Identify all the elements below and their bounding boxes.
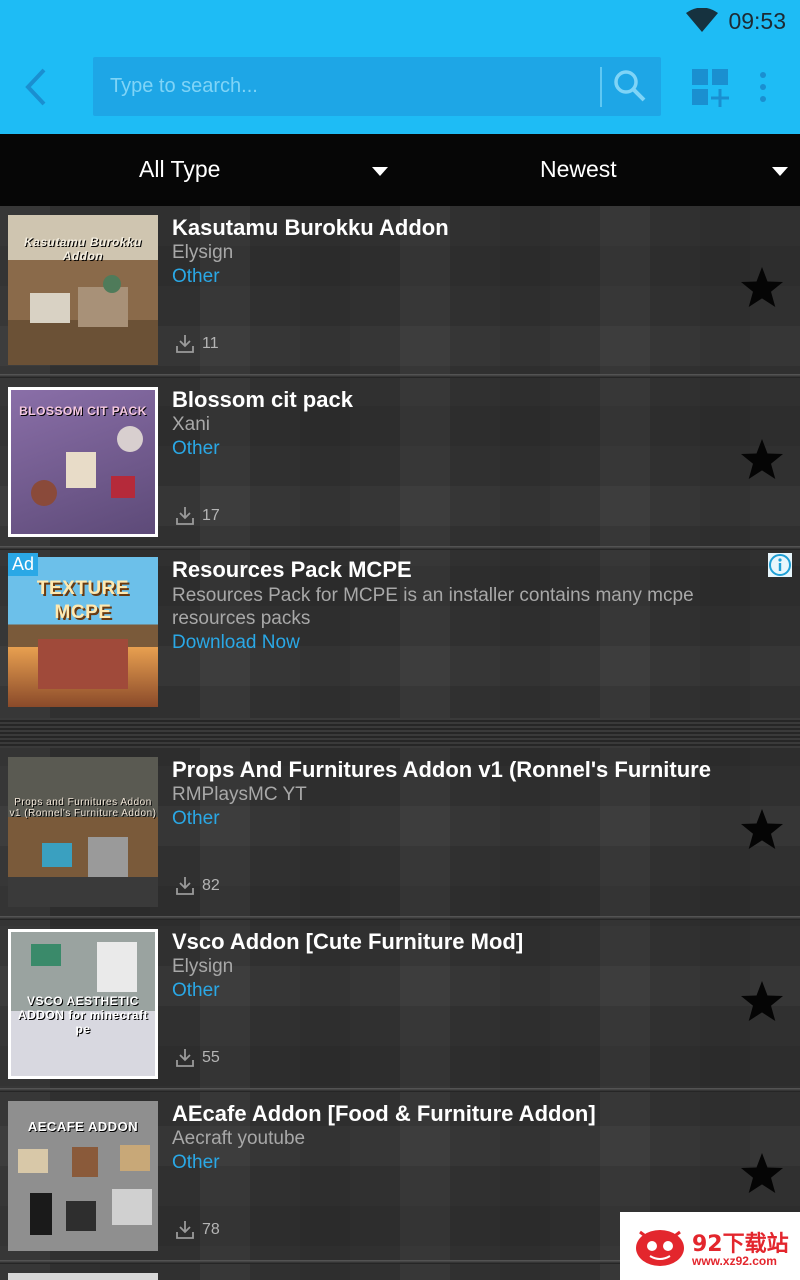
watermark-url: www.xz92.com bbox=[692, 1254, 777, 1268]
item-author: Elysign bbox=[172, 242, 234, 263]
watermark-logo bbox=[636, 1230, 684, 1266]
ad-thumbnail: TEXTURE MCPE bbox=[8, 557, 158, 707]
item-category[interactable]: Other bbox=[172, 980, 220, 1002]
download-icon bbox=[176, 877, 194, 895]
item-thumbnail: Kasutamu Burokku Addon bbox=[8, 215, 158, 365]
dropdown-arrow-icon bbox=[772, 167, 788, 176]
back-arrow-icon[interactable] bbox=[18, 62, 58, 112]
thumbnail-text: BLOSSOM CIT PACK bbox=[19, 404, 147, 418]
ad-divider bbox=[0, 718, 800, 748]
download-icon bbox=[176, 335, 194, 353]
item-category[interactable]: Other bbox=[172, 438, 220, 460]
item-title: Vsco Addon [Cute Furniture Mod] bbox=[172, 929, 524, 954]
item-category[interactable]: Other bbox=[172, 808, 220, 830]
list-item[interactable]: Kasutamu Burokku Addon Kasutamu Burokku … bbox=[0, 206, 800, 378]
thumbnail-text: Kasutamu Burokku Addon bbox=[23, 235, 143, 263]
thumbnail-text: TEXTURE MCPE bbox=[36, 578, 130, 623]
list-item[interactable]: Props and Furnitures Addon v1 (Ronnel's … bbox=[0, 748, 800, 920]
download-count: 55 bbox=[202, 1049, 220, 1066]
download-icon bbox=[176, 507, 194, 525]
download-count: 17 bbox=[202, 507, 220, 524]
download-count: 78 bbox=[202, 1221, 220, 1238]
dropdown-arrow-icon bbox=[372, 167, 388, 176]
download-icon bbox=[176, 1049, 194, 1067]
item-thumbnail: Props and Furnitures Addon v1 (Ronnel's … bbox=[8, 757, 158, 907]
star-icon[interactable] bbox=[740, 1152, 784, 1194]
download-count: 82 bbox=[202, 877, 220, 894]
item-author: RMPlaysMC YT bbox=[172, 784, 307, 805]
addon-list: Kasutamu Burokku Addon Kasutamu Burokku … bbox=[0, 206, 800, 1280]
item-title: Kasutamu Burokku Addon bbox=[172, 215, 449, 240]
sort-filter-label: Newest bbox=[540, 156, 617, 182]
star-icon[interactable] bbox=[740, 808, 784, 850]
item-author: Xani bbox=[172, 414, 211, 435]
download-count: 11 bbox=[202, 335, 219, 352]
item-author: Elysign bbox=[172, 956, 234, 977]
star-icon[interactable] bbox=[740, 980, 784, 1022]
ad-badge: Ad bbox=[8, 553, 39, 576]
ad-title: Resources Pack MCPE bbox=[172, 557, 412, 582]
status-time: 09:53 bbox=[728, 8, 786, 34]
item-author: Aecraft youtube bbox=[172, 1128, 306, 1149]
search-input[interactable] bbox=[93, 57, 598, 116]
item-title: Blossom cit pack bbox=[172, 387, 353, 412]
item-thumbnail: BLOSSOM CIT PACK bbox=[8, 387, 158, 537]
download-icon bbox=[176, 1221, 194, 1239]
ad-description: Resources Pack for MCPE is an installer … bbox=[172, 585, 694, 629]
thumbnail-text: Props and Furnitures Addon v1 (Ronnel's … bbox=[9, 797, 157, 819]
watermark: 92下载站 www.xz92.com bbox=[620, 1212, 800, 1280]
item-thumbnail: AECAFE ADDON bbox=[8, 1101, 158, 1251]
star-icon[interactable] bbox=[740, 266, 784, 308]
search-divider bbox=[600, 67, 602, 107]
filter-bar: All Type Newest bbox=[0, 134, 800, 206]
list-item[interactable]: VSCO AESTHETIC ADDON for minecraft pe Vs… bbox=[0, 920, 800, 1092]
item-thumbnail: VSCO AESTHETIC ADDON for minecraft pe bbox=[8, 929, 158, 1079]
status-bar: 09:53 bbox=[0, 0, 800, 40]
grid-add-icon[interactable] bbox=[690, 67, 730, 107]
item-category[interactable]: Other bbox=[172, 1152, 220, 1174]
ad-download-now-link[interactable]: Download Now bbox=[172, 632, 300, 654]
star-icon[interactable] bbox=[740, 438, 784, 480]
ad-item[interactable]: Ad TEXTURE MCPE Resources Pack MCPE Reso… bbox=[0, 548, 800, 718]
type-filter-dropdown[interactable]: All Type bbox=[0, 134, 400, 206]
thumbnail-text: VSCO AESTHETIC ADDON for minecraft pe bbox=[17, 994, 149, 1036]
wifi-icon bbox=[686, 8, 718, 32]
search-box bbox=[93, 57, 661, 116]
item-category[interactable]: Other bbox=[172, 266, 220, 288]
sort-filter-dropdown[interactable]: Newest bbox=[400, 134, 800, 206]
thumbnail-text: AECAFE ADDON bbox=[27, 1119, 139, 1134]
ad-info-icon[interactable] bbox=[768, 553, 792, 577]
item-title: Props And Furnitures Addon v1 (Ronnel's … bbox=[172, 757, 711, 782]
type-filter-label: All Type bbox=[139, 156, 221, 182]
list-item[interactable]: BLOSSOM CIT PACK Blossom cit pack Xani O… bbox=[0, 378, 800, 550]
more-vert-icon[interactable] bbox=[750, 70, 776, 104]
item-title: AEcafe Addon [Food & Furniture Addon] bbox=[172, 1101, 596, 1126]
app-bar bbox=[0, 40, 800, 134]
search-icon[interactable] bbox=[613, 69, 647, 103]
